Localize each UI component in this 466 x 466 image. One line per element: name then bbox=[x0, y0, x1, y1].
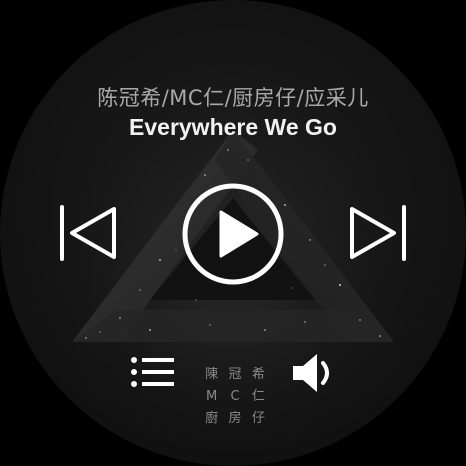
music-player-screen: 陈冠希/MC仁/厨房仔/应采儿 Everywhere We Go 陳 冠 希 M… bbox=[0, 0, 466, 466]
stamp-char: 陳 bbox=[205, 367, 219, 382]
album-stamp: 陳 冠 希 M C 仁 廚 房 仔 bbox=[200, 364, 270, 430]
artist-name: 陈冠希/MC仁/厨房仔/应采儿 bbox=[97, 86, 369, 110]
play-circle-icon bbox=[182, 183, 284, 285]
stamp-char: 仁 bbox=[251, 389, 265, 404]
stamp-char: 廚 bbox=[205, 411, 219, 426]
volume-icon bbox=[293, 354, 329, 392]
stamp-char: 冠 bbox=[228, 367, 242, 382]
stamp-char: 房 bbox=[228, 411, 242, 426]
previous-button[interactable] bbox=[58, 203, 122, 263]
skip-previous-icon bbox=[60, 205, 116, 261]
volume-button[interactable] bbox=[287, 350, 339, 396]
stamp-char: 仔 bbox=[251, 411, 265, 426]
stamp-char: M bbox=[206, 389, 218, 404]
play-button[interactable] bbox=[181, 182, 285, 286]
playlist-button[interactable] bbox=[126, 352, 178, 392]
next-button[interactable] bbox=[344, 203, 408, 263]
list-icon bbox=[131, 357, 174, 387]
song-title: Everywhere We Go bbox=[129, 114, 337, 140]
stamp-char: 希 bbox=[251, 367, 265, 382]
skip-next-icon bbox=[350, 205, 406, 261]
stamp-char: C bbox=[230, 389, 240, 404]
